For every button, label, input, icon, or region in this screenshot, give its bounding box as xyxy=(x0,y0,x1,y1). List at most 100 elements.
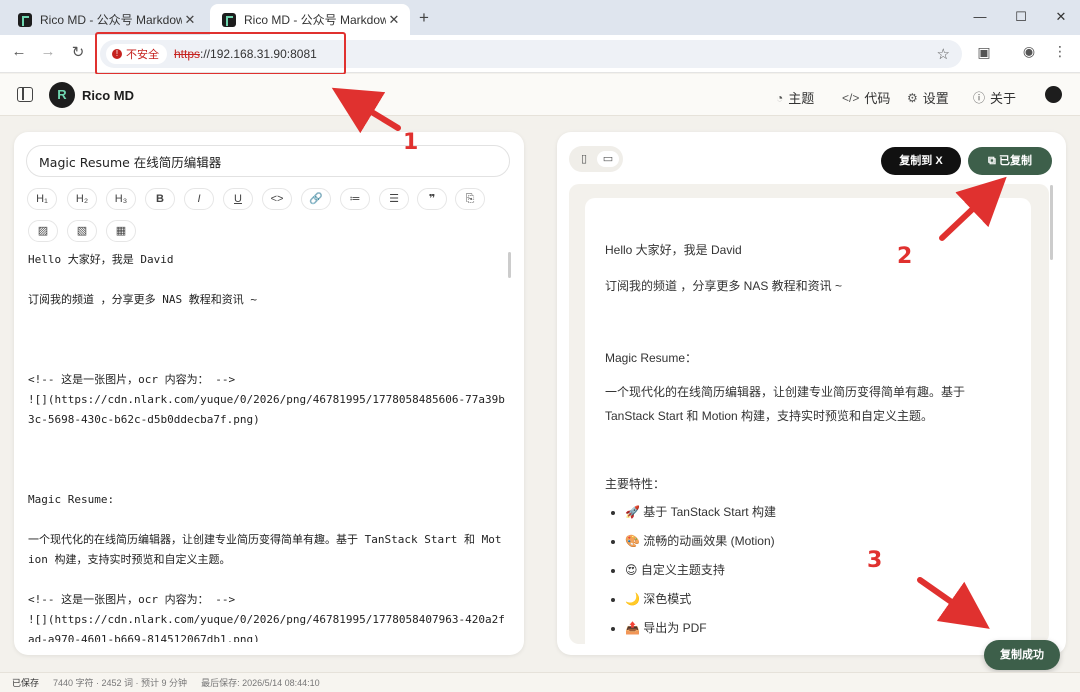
sidebar-toggle-icon[interactable] xyxy=(17,87,33,102)
browser-tab-2-active[interactable]: Rico MD - 公众号 Markdown ✕ xyxy=(210,4,410,35)
md-line xyxy=(28,510,508,530)
minimize-icon[interactable]: — xyxy=(971,9,989,24)
copied-button[interactable]: ⧉ 已复制 xyxy=(968,147,1052,175)
md-line: Hello 大家好，我是 David xyxy=(28,253,174,266)
quote-button[interactable]: ❞ xyxy=(417,188,447,210)
nav-theme-label: 主题 xyxy=(788,91,815,106)
nav-settings-label: 设置 xyxy=(922,91,949,106)
settings-icon: ⚙ xyxy=(907,90,918,105)
app-header: R Rico MD ◔ 主题 </> 代码 ⚙ 设置 ⓘ 关于 xyxy=(0,74,1080,116)
copy-icon: ⧉ xyxy=(988,155,999,167)
editor-scrollbar[interactable] xyxy=(508,252,511,278)
copy-to-x-button[interactable]: 复制到 X xyxy=(881,147,961,175)
palette-icon: ◔ xyxy=(776,90,784,105)
md-line: 一个现代化的在线简历编辑器，让创建专业简历变得简单有趣。基于 TanStack … xyxy=(28,533,502,566)
desktop-preview-icon[interactable]: ▭ xyxy=(597,151,619,167)
code-block-button[interactable]: ⎘ xyxy=(455,188,485,210)
preview-scroll-area[interactable]: Hello 大家好，我是 David 订阅我的频道 ，分享更多 NAS 教程和资… xyxy=(569,184,1049,644)
h3-button[interactable]: H₃ xyxy=(106,188,136,210)
article-paragraph: Magic Resume： xyxy=(605,351,698,365)
h2-button[interactable]: H₂ xyxy=(67,188,97,210)
md-line: <!-- 这是一张图片，ocr 内容为： --> xyxy=(28,593,236,606)
article-paragraph: 一个现代化的在线简历编辑器，让创建专业简历变得简单有趣。基于 TanStack … xyxy=(605,385,966,423)
tab-title: Rico MD - 公众号 Markdown xyxy=(40,13,182,27)
link-button[interactable]: 🔗 xyxy=(301,188,331,210)
github-icon[interactable] xyxy=(1045,86,1062,103)
preview-panel: ▯ ▭ 复制到 X ⧉ 已复制 Hello 大家好，我是 David 订阅我的频… xyxy=(557,132,1066,655)
underline-button[interactable]: U xyxy=(223,188,253,210)
feature-list: 🚀 基于 TanStack Start 构建 🎨 流畅的动画效果 (Motion… xyxy=(625,498,1011,643)
new-tab-button[interactable]: + xyxy=(416,8,432,28)
annotation-number-1: 1 xyxy=(403,130,419,155)
app-logo: R xyxy=(49,82,75,108)
app-name: Rico MD xyxy=(82,88,134,103)
list-item: 📤 导出为 PDF xyxy=(625,614,1011,643)
md-line: Magic Resume: xyxy=(28,493,115,506)
list-item: 🚀 基于 TanStack Start 构建 xyxy=(625,498,1011,527)
annotation-highlight-box xyxy=(95,32,346,75)
italic-button[interactable]: I xyxy=(184,188,214,210)
nav-about-label: 关于 xyxy=(990,91,1017,106)
md-line xyxy=(28,470,508,490)
md-line xyxy=(28,350,508,370)
menu-kebab-icon[interactable]: ⋮ xyxy=(1050,43,1070,60)
favicon-icon xyxy=(18,12,32,27)
md-line: 订阅我的频道 ，分享更多 NAS 教程和资讯 ~ xyxy=(28,293,257,306)
device-toggle: ▯ ▭ xyxy=(569,146,623,172)
nav-code-label: 代码 xyxy=(864,91,891,106)
profile-icon[interactable]: ◉ xyxy=(1019,43,1039,60)
image-button[interactable]: ▨ xyxy=(28,220,58,242)
article-title-input[interactable] xyxy=(26,145,510,177)
bookmark-star-icon[interactable]: ☆ xyxy=(937,45,950,63)
browser-tab-1[interactable]: Rico MD - 公众号 Markdown ✕ xyxy=(6,4,206,35)
md-line xyxy=(28,270,508,290)
article-paragraph xyxy=(605,310,1011,334)
preview-scrollbar[interactable] xyxy=(1050,185,1053,260)
back-icon[interactable]: ← xyxy=(9,43,29,60)
nav-code[interactable]: </> 代码 xyxy=(842,88,890,107)
inline-code-button[interactable]: <> xyxy=(262,188,292,210)
image-edit-button[interactable]: ▧ xyxy=(67,220,97,242)
article-paragraph: Hello 大家好，我是 David xyxy=(605,243,742,257)
list-item: 😍 自定义主题支持 xyxy=(625,556,1011,585)
browser-tab-bar: Rico MD - 公众号 Markdown ✕ Rico MD - 公众号 M… xyxy=(0,0,1080,35)
article-paragraph xyxy=(605,440,1011,464)
code-icon: </> xyxy=(842,90,860,105)
info-icon: ⓘ xyxy=(973,91,986,105)
markdown-textarea[interactable]: Hello 大家好，我是 David 订阅我的频道 ，分享更多 NAS 教程和资… xyxy=(28,250,508,642)
unordered-list-button[interactable]: ☰ xyxy=(379,188,409,210)
table-button[interactable]: ▦ xyxy=(106,220,136,242)
md-line: ![](https://cdn.nlark.com/yuque/0/2026/p… xyxy=(28,393,505,426)
window-close-icon[interactable]: ✕ xyxy=(1052,9,1070,25)
ordered-list-button[interactable]: ≔ xyxy=(340,188,370,210)
last-saved-time: 最后保存: 2026/5/14 08:44:10 xyxy=(201,678,320,688)
annotation-number-2: 2 xyxy=(897,244,913,269)
copy-success-toast: 复制成功 xyxy=(984,640,1060,670)
mobile-preview-icon[interactable]: ▯ xyxy=(573,151,595,167)
tab-close-icon[interactable]: ✕ xyxy=(386,12,402,28)
md-line: <!-- 这是一张图片，ocr 内容为： --> xyxy=(28,373,236,386)
nav-theme[interactable]: ◔ 主题 xyxy=(776,88,814,107)
nav-about[interactable]: ⓘ 关于 xyxy=(973,88,1016,107)
nav-settings[interactable]: ⚙ 设置 xyxy=(907,88,949,107)
tab-close-icon[interactable]: ✕ xyxy=(182,12,198,28)
word-count: 7440 字符 · 2452 词 · 预计 9 分钟 xyxy=(53,678,188,688)
save-status: 已保存 xyxy=(12,678,40,688)
md-line xyxy=(28,430,508,450)
article-paragraph: 订阅我的频道 ，分享更多 NAS 教程和资讯 ~ xyxy=(605,279,843,293)
annotation-number-3: 3 xyxy=(867,548,883,573)
list-item: 🎨 流畅的动画效果 (Motion) xyxy=(625,527,1011,556)
article-paragraph: 主要特性： xyxy=(605,477,666,491)
copied-label: 已复制 xyxy=(998,155,1032,167)
markdown-editor-panel: H₁ H₂ H₃ B I U <> 🔗 ≔ ☰ ❞ ⎘ ▨ ▧ ▦ Hello … xyxy=(14,132,524,655)
maximize-icon[interactable]: ☐ xyxy=(1012,9,1030,25)
forward-icon[interactable]: → xyxy=(38,43,58,60)
cast-icon[interactable]: ▣ xyxy=(974,44,994,61)
bold-button[interactable]: B xyxy=(145,188,175,210)
list-item: 🌙 深色模式 xyxy=(625,585,1011,614)
h1-button[interactable]: H₁ xyxy=(27,188,57,210)
status-bar: 已保存 7440 字符 · 2452 词 · 预计 9 分钟 最后保存: 202… xyxy=(0,672,1080,692)
reload-icon[interactable]: ↻ xyxy=(68,43,88,61)
md-line xyxy=(28,570,508,590)
tab-title: Rico MD - 公众号 Markdown xyxy=(244,13,386,27)
